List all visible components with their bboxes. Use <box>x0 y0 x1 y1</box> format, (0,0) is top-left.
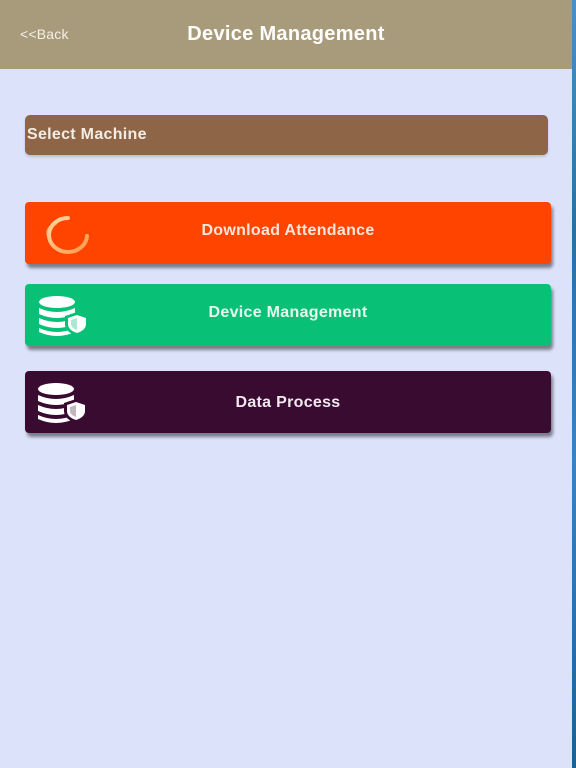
select-machine-label: Select Machine <box>27 126 147 143</box>
screen: <<Back Device Management Select Machine <box>0 0 576 768</box>
select-machine-dropdown[interactable]: Select Machine <box>25 115 548 155</box>
download-attendance-label: Download Attendance <box>201 222 375 239</box>
download-attendance-button[interactable]: Download Attendance <box>25 202 551 264</box>
data-process-label: Data Process <box>235 394 341 411</box>
app-body: <<Back Device Management Select Machine <box>0 0 572 768</box>
window-edge <box>572 0 576 768</box>
data-process-button[interactable]: Data Process <box>25 371 551 433</box>
header-bar: <<Back Device Management <box>0 0 572 69</box>
device-management-label: Device Management <box>208 304 368 321</box>
device-management-button[interactable]: Device Management <box>25 284 551 346</box>
page-title: Device Management <box>187 23 385 45</box>
